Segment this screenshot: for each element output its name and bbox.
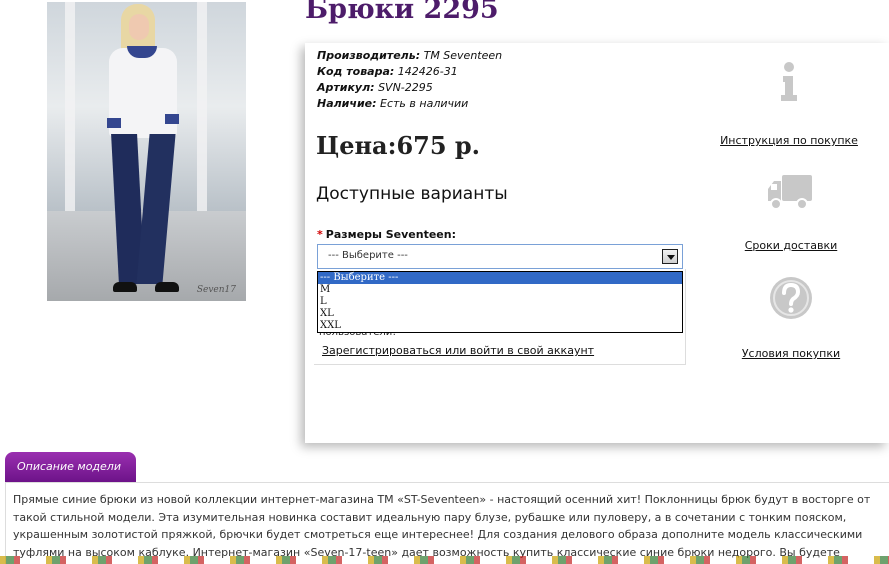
meta-manufacturer-label: Производитель:	[317, 49, 421, 62]
photo-model-cuff	[107, 118, 121, 128]
photo-model-shoe	[113, 282, 137, 292]
size-dropdown-list[interactable]: --- Выберите --- M L XL XXL	[317, 271, 683, 333]
info-purchase-instruction-label[interactable]: Инструкция по покупке	[719, 134, 859, 147]
photo-model-cuff	[165, 114, 179, 124]
size-select-value: --- Выберите ---	[328, 250, 408, 261]
size-option[interactable]: --- Выберите ---	[318, 272, 682, 284]
question-icon	[770, 277, 812, 319]
size-select[interactable]: --- Выберите ---	[317, 244, 683, 269]
meta-code-label: Код товара:	[317, 65, 395, 78]
meta-availability-value: Есть в наличии	[380, 97, 469, 110]
photo-model-face	[129, 14, 149, 40]
info-purchase-conditions[interactable]: Условия покупки	[721, 275, 861, 360]
meta-code: Код товара: 142426-31	[317, 64, 502, 80]
size-option[interactable]: M	[318, 284, 682, 296]
description-text: Прямые синие брюки из новой коллекции ин…	[13, 493, 871, 564]
decorative-garland	[0, 556, 889, 564]
meta-article-value: SVN-2295	[378, 81, 433, 94]
product-meta: Производитель: ТМ Seventeen Код товара: …	[317, 48, 502, 112]
size-option[interactable]: XXL	[318, 320, 682, 332]
required-mark: *	[317, 228, 323, 241]
product-photo[interactable]: Seven17	[47, 2, 246, 301]
variants-heading: Доступные варианты	[316, 184, 508, 204]
register-link[interactable]: Зарегистрироваться или войти в свой акка…	[322, 344, 594, 357]
meta-code-value: 142426-31	[397, 65, 458, 78]
meta-article: Артикул: SVN-2295	[317, 80, 502, 96]
meta-manufacturer-value: ТМ Seventeen	[423, 49, 503, 62]
product-info-box: Производитель: ТМ Seventeen Код товара: …	[305, 43, 889, 443]
info-delivery-terms-label[interactable]: Сроки доставки	[721, 239, 861, 252]
meta-availability-label: Наличие:	[317, 97, 377, 110]
size-option[interactable]: XL	[318, 308, 682, 320]
size-option[interactable]: L	[318, 296, 682, 308]
info-delivery-terms[interactable]: Сроки доставки	[721, 171, 861, 252]
info-purchase-instruction[interactable]: Инструкция по покупке	[719, 61, 859, 147]
photo-column	[197, 2, 207, 232]
product-price: Цена:675 р.	[316, 131, 481, 160]
photo-column	[65, 2, 75, 232]
size-label: * Размеры Seventeen:	[317, 228, 456, 241]
meta-manufacturer: Производитель: ТМ Seventeen	[317, 48, 502, 64]
info-purchase-conditions-label[interactable]: Условия покупки	[721, 347, 861, 360]
meta-availability: Наличие: Есть в наличии	[317, 96, 502, 112]
photo-watermark: Seven17	[196, 285, 236, 295]
meta-article-label: Артикул:	[317, 81, 375, 94]
truck-icon	[768, 175, 812, 210]
tab-model-description[interactable]: Описание модели	[5, 452, 136, 482]
info-icon	[781, 62, 797, 101]
product-title: Брюки 2295	[305, 0, 499, 25]
size-label-text: Размеры Seventeen:	[325, 228, 456, 241]
chevron-down-icon[interactable]	[662, 249, 678, 264]
photo-model-shoe	[155, 282, 179, 292]
